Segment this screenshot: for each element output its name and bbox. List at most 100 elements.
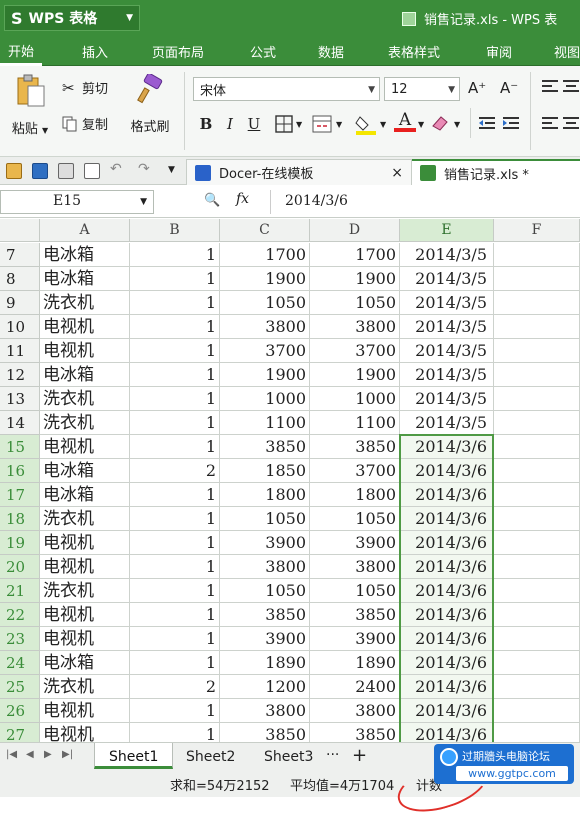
menu-formulas[interactable]: 公式 bbox=[250, 42, 276, 61]
menu-page-layout[interactable]: 页面布局 bbox=[152, 42, 204, 61]
cell-a[interactable]: 洗衣机 bbox=[40, 675, 130, 699]
cell-f[interactable] bbox=[494, 387, 580, 411]
cell-f[interactable] bbox=[494, 507, 580, 531]
row-header[interactable]: 8 bbox=[0, 267, 40, 291]
prev-sheet-icon[interactable]: ◀ bbox=[26, 749, 34, 760]
open-folder-icon[interactable] bbox=[6, 163, 22, 179]
name-box[interactable]: E15 ▼ bbox=[0, 190, 154, 214]
redo-icon[interactable]: ↷ bbox=[138, 161, 154, 177]
row-header[interactable]: 16 bbox=[0, 459, 40, 483]
tab-docer[interactable]: Docer-在线模板 × bbox=[186, 159, 412, 185]
cell-e[interactable]: 2014/3/6 bbox=[400, 459, 494, 483]
menu-home[interactable]: 开始 bbox=[0, 36, 43, 66]
cell-e[interactable]: 2014/3/6 bbox=[400, 603, 494, 627]
cell-a[interactable]: 电视机 bbox=[40, 723, 130, 742]
row-header[interactable]: 22 bbox=[0, 603, 40, 627]
align-left-icon[interactable] bbox=[540, 115, 560, 131]
borders-icon[interactable] bbox=[275, 115, 293, 133]
cell-e[interactable]: 2014/3/6 bbox=[400, 651, 494, 675]
cell-b[interactable]: 1 bbox=[130, 411, 220, 435]
save-icon[interactable] bbox=[32, 163, 48, 179]
underline-button[interactable]: U bbox=[243, 113, 265, 135]
cell-c[interactable]: 1850 bbox=[220, 459, 310, 483]
app-menu-button[interactable]: S WPS 表格 ▼ bbox=[4, 5, 140, 31]
cell-f[interactable] bbox=[494, 459, 580, 483]
row-header[interactable]: 14 bbox=[0, 411, 40, 435]
cell-f[interactable] bbox=[494, 411, 580, 435]
cell-c[interactable]: 3800 bbox=[220, 555, 310, 579]
column-header-a[interactable]: A bbox=[40, 219, 130, 242]
cell-a[interactable]: 洗衣机 bbox=[40, 387, 130, 411]
font-name-select[interactable]: 宋体 ▼ bbox=[193, 77, 380, 101]
cell-f[interactable] bbox=[494, 675, 580, 699]
cell-d[interactable]: 3900 bbox=[310, 627, 400, 651]
row-header[interactable]: 18 bbox=[0, 507, 40, 531]
cell-b[interactable]: 1 bbox=[130, 483, 220, 507]
row-header[interactable]: 20 bbox=[0, 555, 40, 579]
cell-e[interactable]: 2014/3/6 bbox=[400, 579, 494, 603]
cell-d[interactable]: 3900 bbox=[310, 531, 400, 555]
menu-insert[interactable]: 插入 bbox=[82, 42, 108, 61]
cell-c[interactable]: 1890 bbox=[220, 651, 310, 675]
cell-e[interactable]: 2014/3/6 bbox=[400, 555, 494, 579]
chevron-down-icon[interactable]: ▼ bbox=[418, 120, 424, 129]
cell-b[interactable]: 1 bbox=[130, 579, 220, 603]
cell-e[interactable]: 2014/3/5 bbox=[400, 363, 494, 387]
column-header-d[interactable]: D bbox=[310, 219, 400, 242]
chevron-down-icon[interactable]: ▼ bbox=[296, 120, 302, 129]
cell-f[interactable] bbox=[494, 315, 580, 339]
cut-button[interactable]: ✂ 剪切 bbox=[62, 78, 108, 98]
chevron-down-icon[interactable]: ▼ bbox=[168, 165, 184, 181]
cell-a[interactable]: 电冰箱 bbox=[40, 651, 130, 675]
cell-d[interactable]: 3850 bbox=[310, 435, 400, 459]
cell-a[interactable]: 洗衣机 bbox=[40, 579, 130, 603]
copy-button[interactable]: 复制 bbox=[62, 114, 108, 133]
cell-c[interactable]: 3850 bbox=[220, 435, 310, 459]
cell-f[interactable] bbox=[494, 531, 580, 555]
decrease-indent-icon[interactable] bbox=[478, 115, 496, 133]
align-center-icon[interactable] bbox=[562, 115, 580, 131]
cell-e[interactable]: 2014/3/5 bbox=[400, 411, 494, 435]
chevron-down-icon[interactable]: ▼ bbox=[336, 120, 342, 129]
cell-d[interactable]: 1900 bbox=[310, 363, 400, 387]
cell-f[interactable] bbox=[494, 555, 580, 579]
cell-c[interactable]: 1050 bbox=[220, 507, 310, 531]
italic-button[interactable]: I bbox=[219, 113, 241, 135]
paste-button[interactable]: 粘贴 ▼ bbox=[8, 74, 52, 137]
cell-b[interactable]: 1 bbox=[130, 603, 220, 627]
cell-a[interactable]: 电视机 bbox=[40, 339, 130, 363]
bold-button[interactable]: B bbox=[195, 113, 217, 135]
zoom-icon[interactable]: 🔍 bbox=[204, 193, 220, 208]
cell-c[interactable]: 1200 bbox=[220, 675, 310, 699]
fill-color-icon[interactable] bbox=[354, 113, 378, 135]
add-sheet-icon[interactable]: + bbox=[348, 743, 371, 769]
cell-f[interactable] bbox=[494, 651, 580, 675]
cell-d[interactable]: 1050 bbox=[310, 579, 400, 603]
cell-e[interactable]: 2014/3/5 bbox=[400, 387, 494, 411]
row-header[interactable]: 17 bbox=[0, 483, 40, 507]
cell-b[interactable]: 1 bbox=[130, 267, 220, 291]
undo-icon[interactable]: ↶ bbox=[110, 161, 126, 177]
menu-table-style[interactable]: 表格样式 bbox=[388, 42, 440, 61]
cell-d[interactable]: 2400 bbox=[310, 675, 400, 699]
cell-d[interactable]: 1700 bbox=[310, 243, 400, 267]
cell-e[interactable]: 2014/3/5 bbox=[400, 243, 494, 267]
font-color-button[interactable]: A bbox=[394, 110, 416, 136]
cell-b[interactable]: 1 bbox=[130, 531, 220, 555]
cell-c[interactable]: 1050 bbox=[220, 291, 310, 315]
cell-d[interactable]: 3800 bbox=[310, 315, 400, 339]
menu-review[interactable]: 审阅 bbox=[486, 42, 512, 61]
cell-d[interactable]: 1100 bbox=[310, 411, 400, 435]
print-icon[interactable] bbox=[58, 163, 74, 179]
cell-a[interactable]: 洗衣机 bbox=[40, 507, 130, 531]
cell-a[interactable]: 电视机 bbox=[40, 315, 130, 339]
first-sheet-icon[interactable]: |◀ bbox=[6, 749, 17, 760]
cell-c[interactable]: 3700 bbox=[220, 339, 310, 363]
menu-data[interactable]: 数据 bbox=[318, 42, 344, 61]
cell-a[interactable]: 电冰箱 bbox=[40, 267, 130, 291]
cell-d[interactable]: 3700 bbox=[310, 459, 400, 483]
cell-f[interactable] bbox=[494, 339, 580, 363]
cell-b[interactable]: 1 bbox=[130, 291, 220, 315]
cell-f[interactable] bbox=[494, 267, 580, 291]
cell-c[interactable]: 3850 bbox=[220, 723, 310, 742]
